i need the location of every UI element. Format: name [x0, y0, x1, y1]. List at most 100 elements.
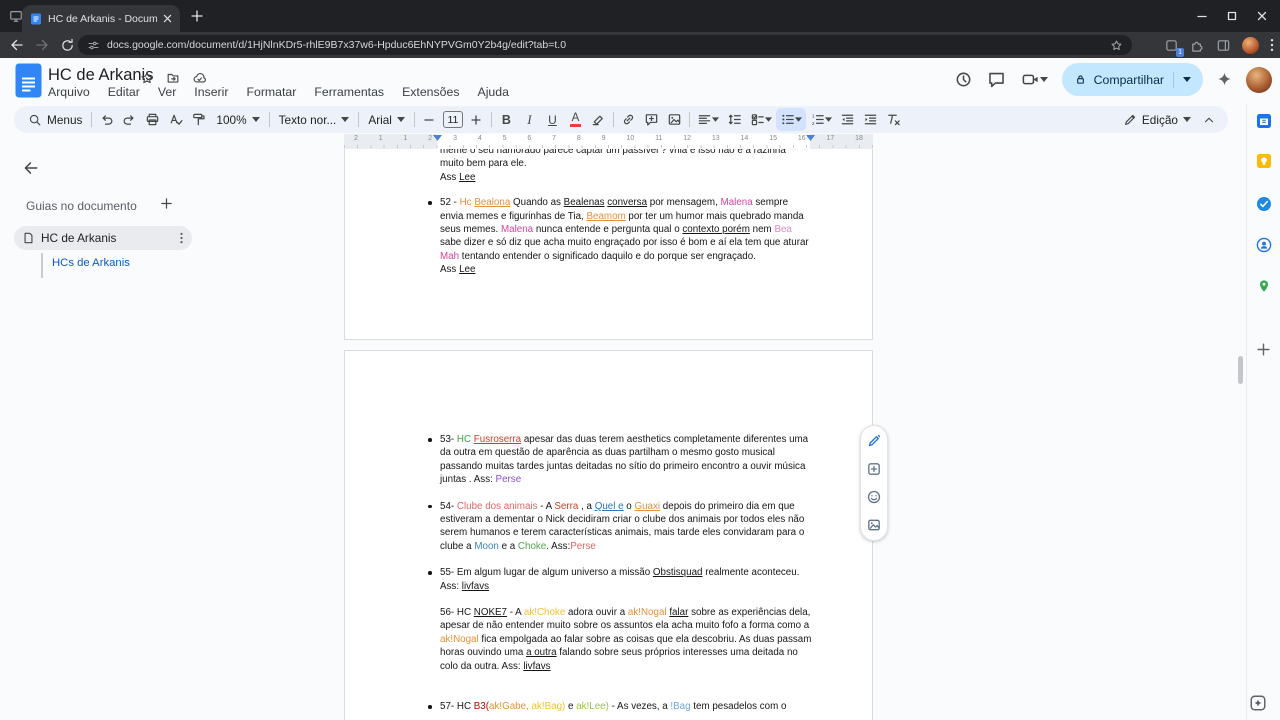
comments-icon[interactable] [985, 68, 1008, 91]
sub-tab-item[interactable]: HCs de Arkanis [52, 257, 130, 269]
menu-ajuda[interactable]: Ajuda [469, 84, 518, 100]
numbered-list-button[interactable]: 12 [806, 108, 836, 131]
editing-mode-select[interactable]: Edição [1117, 113, 1197, 127]
bookmark-star-icon[interactable] [1110, 39, 1123, 52]
browser-profile-avatar[interactable] [1242, 36, 1259, 54]
undo-button[interactable] [95, 108, 118, 131]
clear-formatting-button[interactable] [882, 108, 905, 131]
back-button[interactable] [6, 34, 28, 56]
window-maximize-button[interactable] [1226, 10, 1238, 22]
share-button[interactable]: Compartilhar [1061, 63, 1203, 96]
doc-paragraph-hc55[interactable]: 55- Em algum lugar de algum universo a m… [428, 566, 812, 593]
menu-inserir[interactable]: Inserir [185, 84, 237, 100]
cloud-saved-icon[interactable] [192, 71, 207, 85]
align-button[interactable] [693, 108, 723, 131]
line-spacing-button[interactable] [723, 108, 746, 131]
bulleted-list-button[interactable] [775, 108, 806, 131]
toolbar-divider [688, 112, 690, 127]
extension-icon[interactable]: 1 [1164, 38, 1184, 57]
document-page-1[interactable]: meme o seu namorado parece captar um pas… [344, 134, 873, 340]
outline-back-button[interactable] [22, 159, 40, 177]
menu-formatar[interactable]: Formatar [237, 84, 305, 100]
left-indent-marker[interactable] [433, 135, 442, 141]
new-tab-button[interactable] [190, 9, 204, 23]
doc-signature[interactable]: Ass Lee [440, 263, 812, 276]
increase-font-size-button[interactable] [465, 108, 488, 131]
explore-button[interactable] [1249, 694, 1267, 712]
address-bar[interactable]: docs.google.com/document/d/1HjNlnKDr5-rh… [78, 35, 1132, 55]
doc-paragraph-hc53[interactable]: 53- HC Fusroserra apesar das duas terem … [428, 433, 812, 487]
image-suggestion-icon[interactable] [866, 517, 882, 533]
extensions-puzzle-icon[interactable] [1190, 38, 1205, 53]
window-close-button[interactable] [1256, 10, 1268, 22]
menu-arquivo[interactable]: Arquivo [39, 84, 99, 100]
vertical-scrollbar-thumb[interactable] [1238, 356, 1243, 384]
menus-search-button[interactable]: Menus [22, 113, 88, 127]
spellcheck-button[interactable] [164, 108, 187, 131]
browser-tab[interactable]: HC de Arkanis - Documentos G [22, 5, 180, 32]
video-call-icon[interactable] [1018, 68, 1052, 91]
font-size-input[interactable]: 11 [442, 111, 463, 128]
doc-paragraph-hc54[interactable]: 54- Clube dos animais - A Serra , a Quel… [428, 500, 812, 554]
add-comment-button[interactable] [640, 108, 663, 131]
doc-paragraph-hc56[interactable]: 56- HC NOKE7 - A ak!Choke adora ouvir a … [440, 606, 812, 673]
print-button[interactable] [141, 108, 164, 131]
doc-paragraph-hc52[interactable]: 52 - Hc Bealona Quando as Bealenas conve… [428, 196, 812, 263]
contacts-icon[interactable] [1255, 236, 1273, 254]
underline-button[interactable]: U [541, 108, 564, 131]
font-select[interactable]: Arial [362, 113, 411, 127]
doc-paragraph-hc57[interactable]: 57- HC B3(ak!Gabe, ak!Bag) e ak!Lee) - A… [428, 700, 812, 713]
bold-button[interactable]: B [495, 108, 518, 131]
doc-tab-item[interactable]: HC de Arkanis [14, 226, 192, 250]
insert-link-button[interactable] [617, 108, 640, 131]
document-title[interactable]: HC de Arkanis [48, 66, 153, 85]
docs-toolbar: Menus 100% Texto nor... Arial 11 B I U A [14, 106, 1228, 133]
maps-icon[interactable] [1255, 277, 1273, 295]
paint-format-button[interactable] [187, 108, 210, 131]
keep-icon[interactable] [1255, 152, 1273, 170]
checklist-button[interactable] [746, 108, 776, 131]
ruler-number: 6 [527, 135, 532, 142]
get-addons-button[interactable] [1255, 340, 1273, 358]
site-settings-icon[interactable] [87, 39, 100, 52]
side-panel-icon[interactable] [1216, 38, 1231, 53]
window-minimize-button[interactable] [1196, 10, 1208, 22]
writing-suggestions-pen-icon[interactable] [866, 433, 882, 449]
paragraph-style-select[interactable]: Texto nor... [273, 113, 356, 127]
account-avatar[interactable] [1246, 66, 1272, 93]
decrease-indent-button[interactable] [836, 108, 859, 131]
move-folder-icon[interactable] [166, 71, 180, 85]
right-indent-marker[interactable] [806, 135, 815, 141]
menu-ver[interactable]: Ver [149, 84, 185, 100]
menu-editar[interactable]: Editar [99, 84, 149, 100]
doc-signature[interactable]: Ass Lee [440, 171, 812, 184]
menu-extensões[interactable]: Extensões [393, 84, 468, 100]
browser-menu-kebab-icon[interactable] [1270, 38, 1274, 52]
collapse-toolbar-button[interactable] [1197, 108, 1220, 131]
star-document-icon[interactable] [140, 71, 154, 85]
highlight-color-button[interactable] [587, 108, 610, 131]
emoji-reaction-icon[interactable] [866, 489, 882, 505]
decrease-font-size-button[interactable] [418, 108, 441, 131]
add-comment-icon[interactable] [866, 461, 882, 477]
tasks-icon[interactable] [1255, 195, 1273, 213]
text-color-button[interactable]: A [564, 108, 587, 131]
docs-logo-icon[interactable] [15, 63, 42, 98]
tab-close-icon[interactable] [163, 14, 172, 23]
forward-button[interactable] [31, 34, 53, 56]
gemini-sparkle-icon[interactable] [1213, 68, 1236, 91]
tab-options-kebab-icon[interactable] [180, 232, 183, 244]
calendar-icon[interactable] [1255, 112, 1273, 130]
zoom-select[interactable]: 100% [210, 113, 265, 127]
redo-button[interactable] [118, 108, 141, 131]
document-page-2[interactable]: 53- HC Fusroserra apesar das duas terem … [344, 350, 873, 720]
menu-ferramentas[interactable]: Ferramentas [305, 84, 393, 100]
version-history-icon[interactable] [952, 68, 975, 91]
italic-button[interactable]: I [518, 108, 541, 131]
increase-indent-button[interactable] [859, 108, 882, 131]
insert-image-button[interactable] [663, 108, 686, 131]
add-tab-button[interactable] [160, 197, 173, 210]
doc-paragraph[interactable]: muito bem para ele. [440, 157, 812, 170]
header-menu-bar: Arquivo Editar Ver Inserir Formatar Ferrament… [39, 84, 518, 100]
refresh-button[interactable] [56, 34, 78, 56]
